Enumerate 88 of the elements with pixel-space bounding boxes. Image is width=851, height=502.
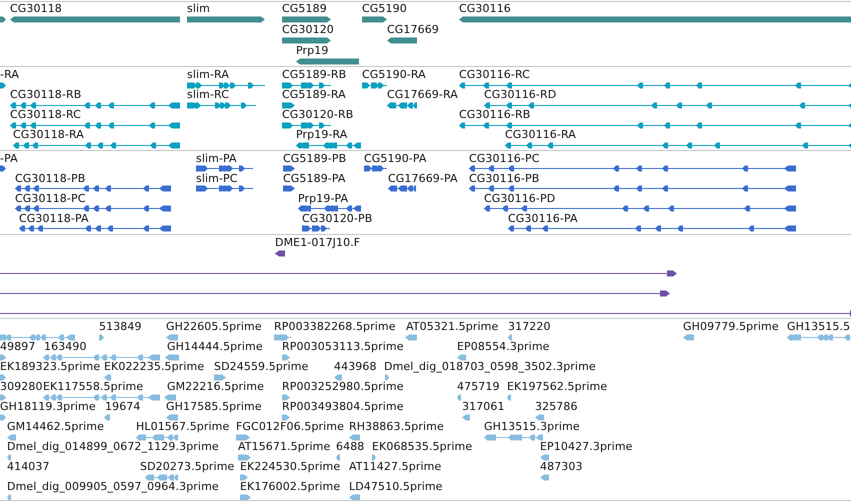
feature-label: CG17669-RA <box>387 88 458 101</box>
feature-label: Dmel_dig_018703_0598_3502.3prime <box>384 360 596 373</box>
feature-label: 309280 <box>0 380 43 393</box>
feature-label: SD20273.5prime <box>140 460 234 473</box>
feature-label: slim-RA <box>187 68 229 81</box>
feature-label: GH22605.5prime <box>166 320 262 333</box>
feature-label: Prp19 <box>296 44 328 57</box>
feature-label: -PA <box>0 152 18 165</box>
feature-label: 475719 <box>457 380 500 393</box>
feature-label: slim-RC <box>187 88 230 101</box>
feature-label: EP08554.3prime <box>457 340 550 353</box>
feature-label: CG30116-RC <box>459 68 530 81</box>
feature-label: RP003493804.5prime <box>282 400 404 413</box>
feature-label: LD47510.5prime <box>349 480 443 493</box>
feature-label: 317220 <box>508 320 551 333</box>
feature-label: CG5189-RB <box>282 68 346 81</box>
feature-label: RH38863.5prime <box>349 420 444 433</box>
feature-label: AT11427.5prime <box>349 460 442 473</box>
feature-label: CG30118 <box>10 2 62 15</box>
feature-label: CG30116-RA <box>505 128 576 141</box>
feature-label: CG30118-PB <box>15 172 86 185</box>
feature-label: CG5190-PA <box>364 152 427 165</box>
feature-label: Prp19-PA <box>298 192 348 205</box>
feature-label: RP003382268.5prime <box>274 320 396 333</box>
feature-label: CG5189-RA <box>282 88 346 101</box>
feature-label: Prp19-RA <box>296 128 348 141</box>
feature-label: CG30120 <box>282 23 334 36</box>
feature-label: EK197562.5prime <box>507 380 608 393</box>
feature-label: GH18119.3prime <box>0 400 96 413</box>
feature-label: EP10427.3prime <box>540 440 633 453</box>
feature-label: CG30116-PB <box>469 172 540 185</box>
feature-label: GM14462.5prime <box>7 420 104 433</box>
feature-label: CG5189-PA <box>283 172 346 185</box>
feature-label: CG5189-PB <box>283 152 346 165</box>
feature-label: CG5189 <box>282 2 327 15</box>
feature-label: CG30116 <box>459 2 511 15</box>
feature-label: CG30120-PB <box>302 212 372 225</box>
feature-label: CG30120-RB <box>282 108 354 121</box>
feature-label: slim-PA <box>196 152 237 165</box>
feature-label: -RA <box>0 68 19 81</box>
feature-label: GH13515.5 <box>787 320 850 333</box>
feature-label: AT05321.5prime <box>406 320 498 333</box>
feature-label: CG30116-PA <box>508 212 578 225</box>
feature-label: CG30118-RC <box>10 108 81 121</box>
feature-label: GM22216.5prime <box>167 380 264 393</box>
feature-label: Dmel_dig_009905_0597_0964.3prime <box>7 480 219 493</box>
feature-label: Dmel_dig_014899_0672_1129.3prime <box>7 440 219 453</box>
feature-label: CG17669 <box>387 23 439 36</box>
feature-label: GH17585.5prime <box>166 400 262 413</box>
feature-label: GH13515.3prime <box>484 420 580 433</box>
feature-label: RP003053113.5prime <box>282 340 404 353</box>
feature-label: 49897 <box>0 340 36 353</box>
feature-label: slim <box>187 2 210 15</box>
feature-label: SD24559.5prime <box>214 360 308 373</box>
feature-label: CG30118-PA <box>19 212 89 225</box>
feature-label: GH14444.5prime <box>167 340 263 353</box>
feature-label: 443968 <box>334 360 377 373</box>
feature-label: 414037 <box>7 460 50 473</box>
feature-label: EK224530.5prime <box>240 460 340 473</box>
feature-label: slim-PC <box>196 172 238 185</box>
feature-label: CG5190-RA <box>362 68 426 81</box>
feature-label: CG30118-RB <box>10 88 82 101</box>
feature-label: CG30116-PD <box>484 192 556 205</box>
feature-label: DME1-017J10.F <box>275 236 360 249</box>
feature-label: 317061 <box>462 400 505 413</box>
feature-label: CG30116-RB <box>459 108 530 121</box>
feature-label: EK022235.5prime <box>104 360 204 373</box>
feature-label: CG30116-RD <box>484 88 556 101</box>
feature-label: RP003252980.5prime <box>282 380 404 393</box>
feature-label: FGC012F06.5prime <box>236 420 344 433</box>
feature-label: CG30118-PC <box>15 192 86 205</box>
feature-label: 513849 <box>99 320 142 333</box>
feature-label: CG17669-PA <box>388 172 458 185</box>
feature-label: EK068535.5prime <box>372 440 472 453</box>
feature-label: CG30118-RA <box>13 128 84 141</box>
feature-label: AT15671.5prime <box>238 440 330 453</box>
feature-label: GH09779.5prime <box>683 320 779 333</box>
feature-label: 325786 <box>535 400 578 413</box>
feature-label: CG5190 <box>362 2 407 15</box>
feature-label: EK176002.5prime <box>240 480 340 493</box>
feature-label: 487303 <box>540 460 583 473</box>
feature-label: 6488 <box>336 440 364 453</box>
feature-label: CG30116-PC <box>469 152 540 165</box>
feature-label: 19674 <box>105 400 140 413</box>
feature-label: 163490 <box>44 340 87 353</box>
feature-label: HL01567.5prime <box>136 420 230 433</box>
feature-label: EK117558.5prime <box>43 380 144 393</box>
feature-label: EK189323.5prime <box>0 360 100 373</box>
